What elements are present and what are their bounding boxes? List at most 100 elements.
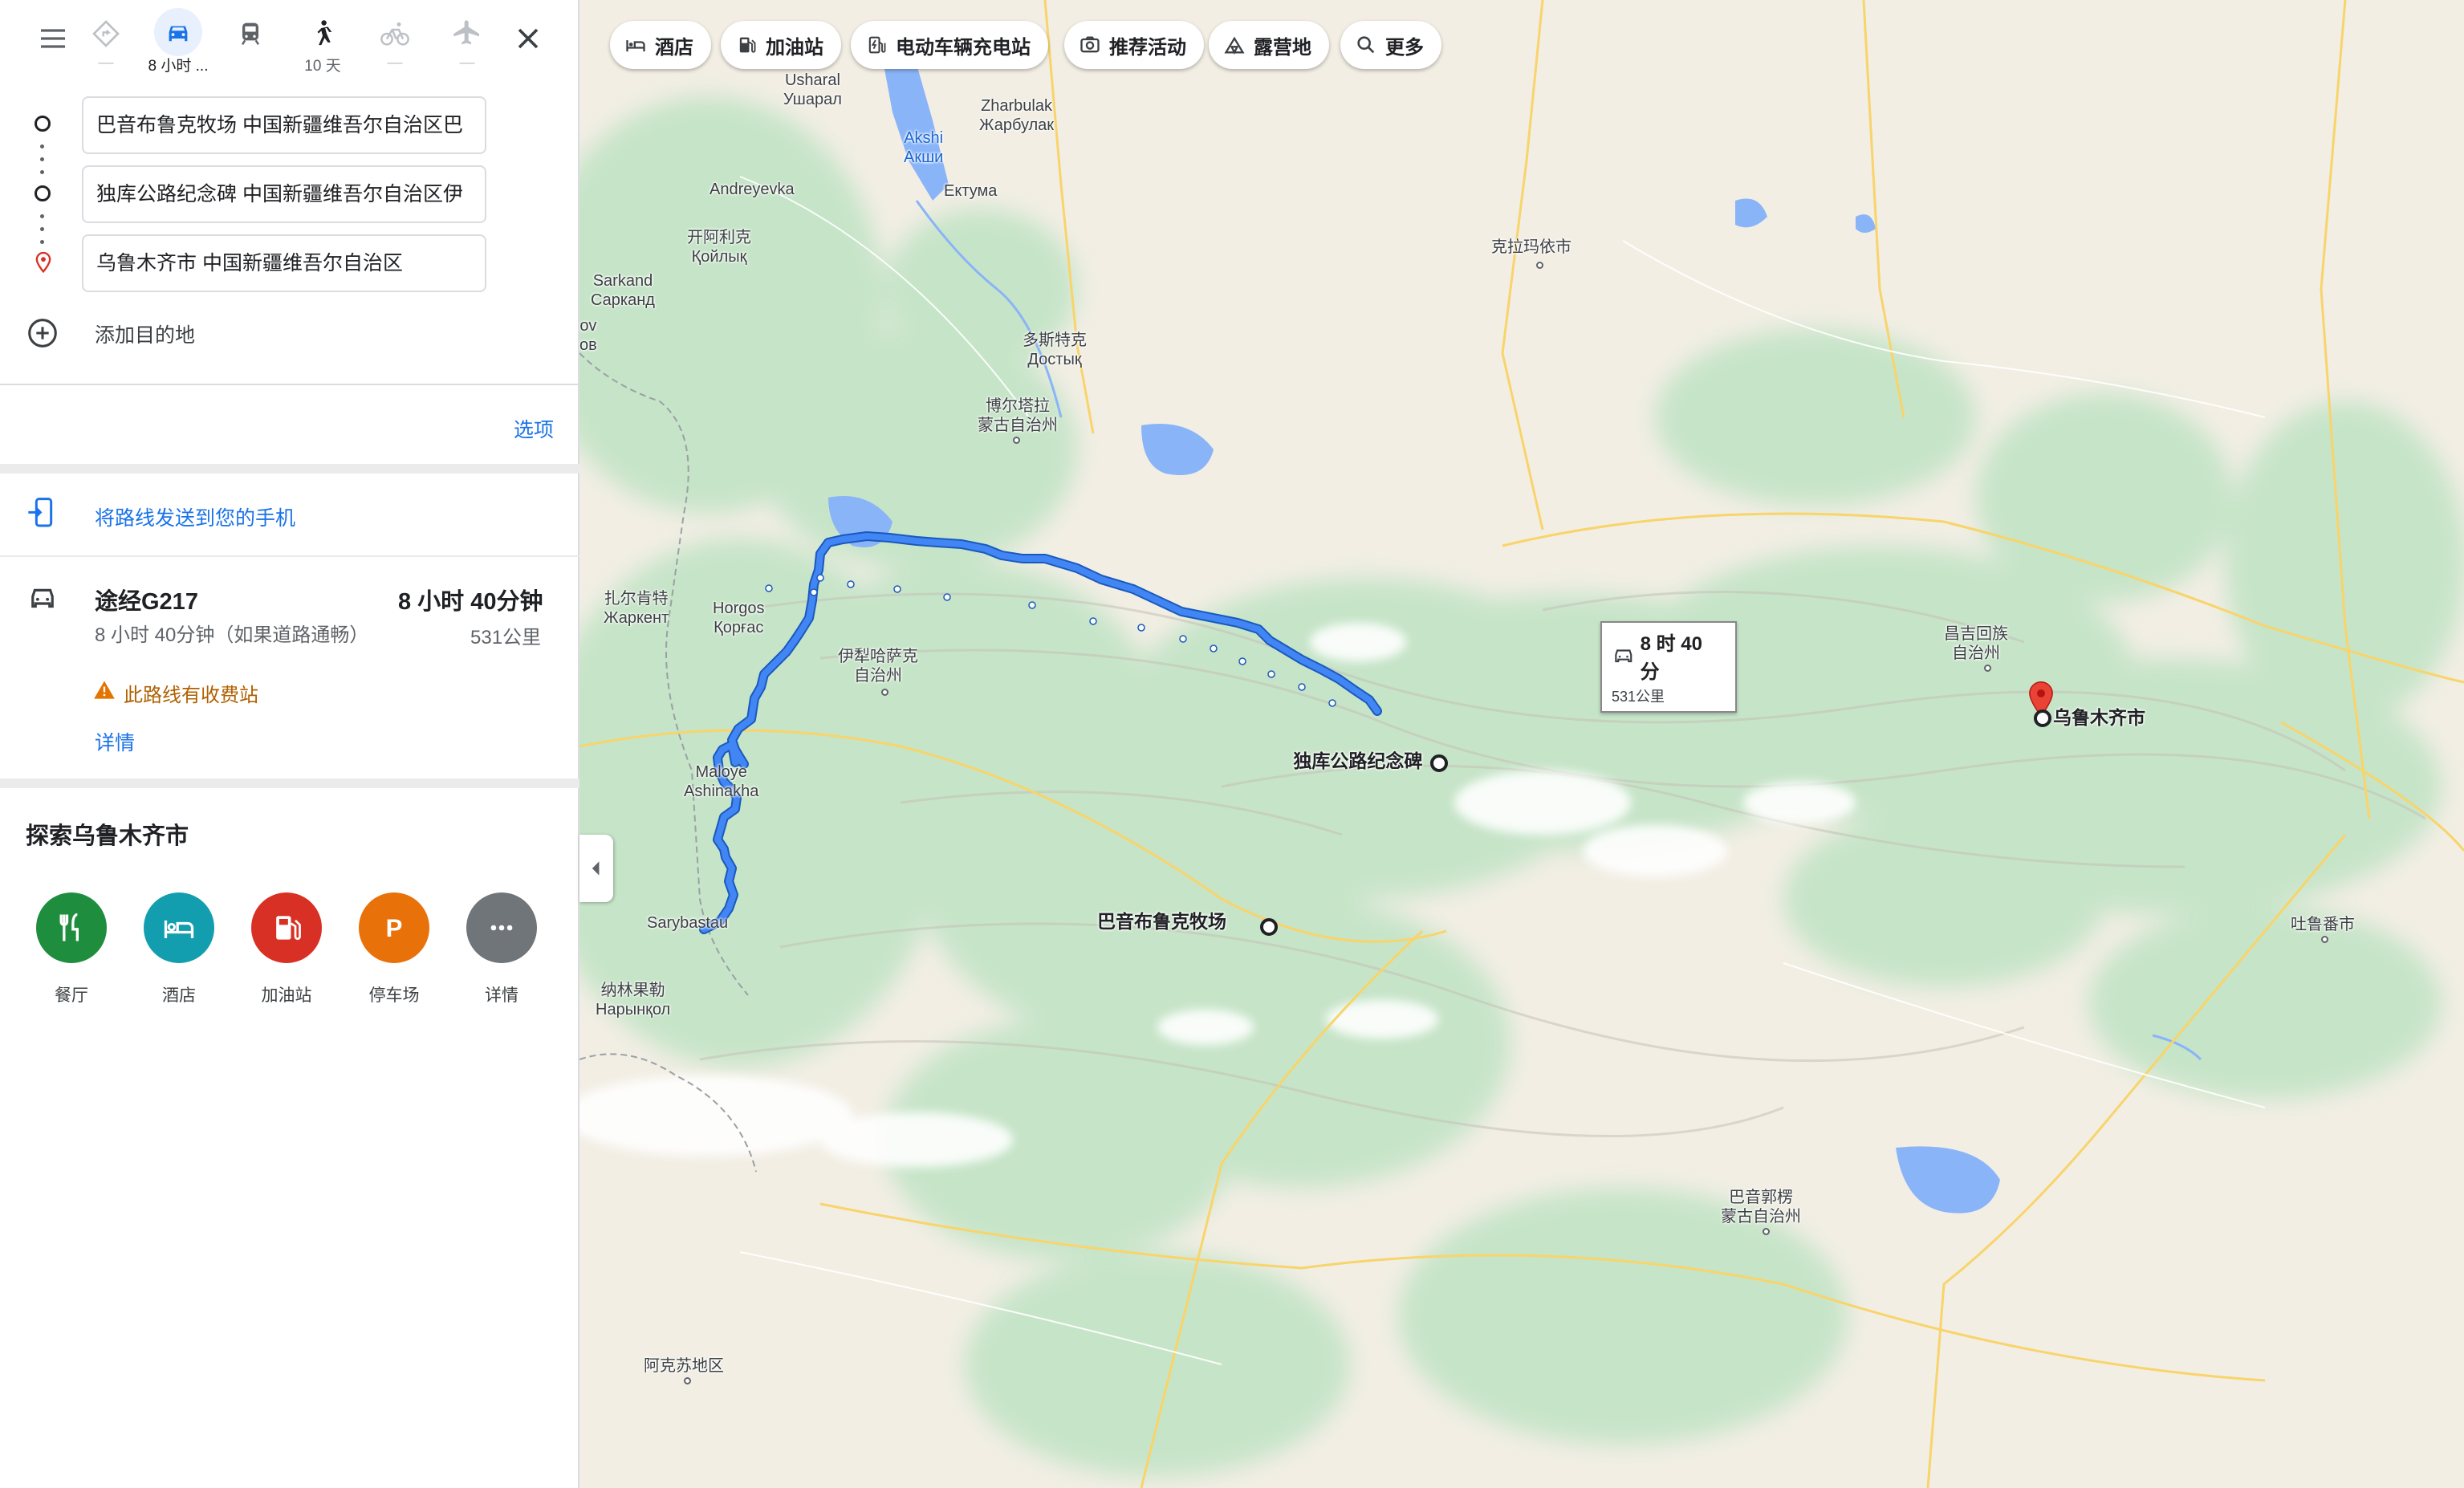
callout-distance: 531公里 — [1612, 689, 1665, 705]
route-node — [1137, 624, 1145, 632]
destination-marker-label[interactable]: 乌鲁木齐市 — [2053, 708, 2145, 727]
route-node — [1238, 657, 1246, 665]
route-traffic-note: 8 小时 40分钟（如果道路通畅） — [95, 624, 369, 646]
map-label-sarybastau: Sarybastau — [647, 914, 729, 932]
route-via[interactable]: 途经G217 — [95, 583, 198, 616]
mode-driving-label: 8 小时 ... — [148, 58, 209, 75]
route-node — [1298, 683, 1306, 691]
route-car-icon — [26, 581, 59, 615]
chip-camping[interactable]: 露营地 — [1209, 21, 1329, 69]
route-path — [701, 533, 1380, 933]
gas-station-icon — [251, 892, 322, 963]
stop-marker[interactable] — [1430, 754, 1448, 772]
stop-circle-icon — [35, 185, 51, 201]
mode-transit[interactable] — [217, 8, 284, 75]
camera-icon — [1080, 36, 1100, 53]
route-node — [1267, 670, 1275, 678]
map-label-ov: ov ов — [579, 317, 597, 354]
map-label-bayingol: 巴音郭楞 蒙古自治州 — [1721, 1189, 1801, 1226]
hamburger-menu-icon — [41, 29, 65, 48]
map-label-ektuma: Ектума — [944, 182, 998, 200]
options-link[interactable]: 选项 — [514, 414, 554, 443]
mode-cycling[interactable]: — — [361, 8, 429, 75]
gas-station-icon — [739, 37, 756, 53]
map-label-karamay: 克拉玛依市 — [1491, 238, 1572, 256]
mode-flights[interactable]: — — [433, 8, 501, 75]
map-label-maloye: Maloye Ashinakha — [684, 763, 759, 800]
explore-more-button[interactable]: 详情 — [457, 892, 546, 1006]
explore-gas-label: 加油站 — [261, 986, 312, 1005]
map-label-naryn: 纳林果勒 Нарынқол — [596, 982, 671, 1018]
route-overlay — [699, 531, 1382, 934]
map-label-horgos: Horgos Қорғас — [713, 600, 765, 636]
route-details-link[interactable]: 详情 — [95, 727, 135, 756]
chip-ev-charging[interactable]: 电动车辆充电站 — [851, 21, 1048, 69]
explore-hotels-label: 酒店 — [162, 986, 196, 1005]
route-node — [847, 580, 855, 588]
mode-best-route-label: — — [98, 55, 114, 71]
explore-parking-label: 停车场 — [368, 986, 420, 1005]
travel-mode-bar: — 8 小时 ... 10 天 — — — [0, 0, 579, 80]
mode-best-route[interactable]: — — [72, 8, 140, 75]
route-node — [1210, 644, 1218, 653]
chip-camping-label: 露营地 — [1254, 36, 1311, 59]
origin-input[interactable]: 巴音布鲁克牧场 中国新疆维吾尔自治区巴 — [82, 96, 486, 154]
map-label-akshi: Akshi Акши — [904, 129, 944, 166]
chip-gas[interactable]: 加油站 — [721, 21, 841, 69]
send-to-phone-icon — [26, 496, 58, 531]
tent-icon — [1224, 36, 1245, 55]
explore-hotels-button[interactable]: 酒店 — [135, 892, 223, 1006]
mode-driving[interactable]: 8 小时 ... — [144, 8, 212, 75]
mode-walking-label: 10 天 — [304, 58, 341, 75]
explore-restaurants-label: 餐厅 — [55, 986, 88, 1005]
route-duration-callout[interactable]: 8 时 40 分 531公里 — [1600, 621, 1737, 713]
map-label-sarkand: Sarkand Сарканд — [591, 272, 655, 309]
map-canvas[interactable]: 酒店 加油站 电动车辆充电站 推荐活动 露营地 更多 Usharal Ушарал… — [579, 0, 2464, 1488]
menu-button[interactable] — [37, 22, 69, 55]
destination-marker[interactable] — [2034, 709, 2051, 727]
diamond-route-icon — [92, 20, 120, 47]
chevron-left-icon — [592, 861, 600, 876]
route-node — [1328, 699, 1336, 707]
walking-icon — [317, 20, 332, 46]
explore-parking-button[interactable]: P 停车场 — [350, 892, 438, 1006]
add-destination-label[interactable]: 添加目的地 — [95, 319, 195, 348]
parking-icon: P — [359, 892, 429, 963]
route-node — [1089, 617, 1097, 625]
chip-hotels[interactable]: 酒店 — [610, 21, 711, 69]
origin-marker[interactable] — [1260, 918, 1278, 936]
close-directions-button[interactable] — [510, 21, 546, 56]
stop-marker-label[interactable]: 独库公路纪念碑 — [1293, 751, 1422, 770]
origin-circle-icon — [35, 116, 51, 132]
explore-restaurants-button[interactable]: 餐厅 — [27, 892, 116, 1006]
stop-input[interactable]: 独库公路纪念碑 中国新疆维吾尔自治区伊 — [82, 165, 486, 223]
map-label-ili: 伊犁哈萨克 自治州 — [838, 648, 918, 685]
airplane-icon — [453, 20, 479, 45]
chip-activities[interactable]: 推荐活动 — [1064, 21, 1204, 69]
map-label-zharbulak: Zharbulak Жарбулак — [979, 97, 1055, 134]
map-label-usharal: Usharal Ушарал — [783, 71, 842, 108]
add-destination-button[interactable] — [24, 315, 61, 352]
collapse-panel-button[interactable] — [579, 835, 613, 902]
mode-walking[interactable]: 10 天 — [289, 8, 356, 75]
mode-cycling-label: — — [387, 55, 403, 71]
bicycle-icon — [380, 22, 409, 46]
destination-input[interactable]: 乌鲁木齐市 中国新疆维吾尔自治区 — [82, 234, 486, 292]
map-label-aksu: 阿克苏地区 — [644, 1357, 724, 1375]
send-to-phone-link[interactable]: 将路线发送到您的手机 — [95, 502, 295, 531]
route-node — [765, 584, 773, 592]
route-path-casing — [699, 531, 1382, 934]
ev-charging-icon — [868, 36, 886, 54]
chip-activities-label: 推荐活动 — [1109, 36, 1186, 59]
more-icon — [466, 892, 537, 963]
explore-title: 探索乌鲁木齐市 — [26, 823, 189, 849]
origin-marker-label[interactable]: 巴音布鲁克牧场 — [1097, 912, 1226, 931]
map-label-zharkent: 扎尔肯特 Жаркент — [604, 590, 669, 627]
route-node — [1028, 601, 1036, 609]
route-node — [1179, 635, 1187, 643]
chip-more[interactable]: 更多 — [1340, 21, 1441, 69]
toll-warning-text: 此路线有收费站 — [124, 685, 258, 706]
close-icon — [518, 28, 539, 49]
explore-gas-button[interactable]: 加油站 — [242, 892, 331, 1006]
route-node — [893, 585, 901, 593]
